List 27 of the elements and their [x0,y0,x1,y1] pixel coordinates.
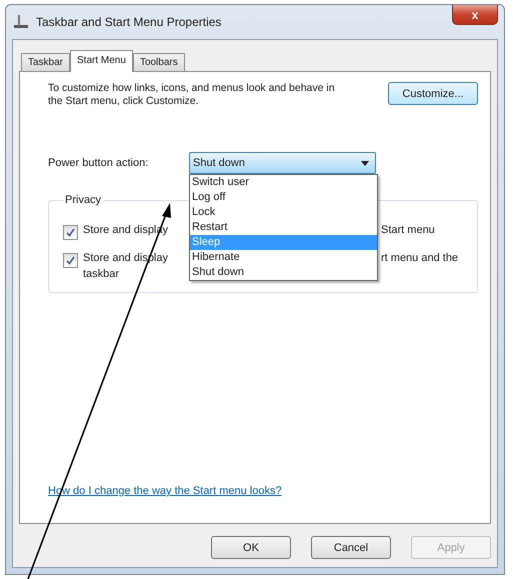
dropdown-option[interactable]: Hibernate [190,250,377,265]
checkmark-icon [66,256,75,265]
tab[interactable]: Taskbar [21,53,70,71]
checkbox-label: Start menu [381,224,436,236]
dropdown-option[interactable]: Restart [190,220,377,235]
dropdown-option[interactable]: Log off [190,190,377,205]
checkbox[interactable] [63,225,78,240]
tab[interactable]: Start Menu [70,50,133,72]
group-legend: Privacy [63,194,104,206]
dialog-button[interactable]: Cancel [311,536,391,559]
power-button-label: Power button action: [48,157,150,169]
dropdown-option[interactable]: Lock [190,205,377,220]
dialog-button[interactable]: OK [211,536,291,559]
dropdown-option[interactable]: Shut down [190,265,377,280]
tab[interactable]: Toolbars [132,53,185,71]
caret-icon [361,160,369,166]
window-title: Taskbar and Start Menu Properties [36,15,222,29]
checkbox-label: rt menu and the [381,252,460,264]
checkbox[interactable] [63,253,78,268]
customize-button[interactable]: Customize... [388,82,478,105]
checkmark-icon [66,228,75,237]
dropdown-option[interactable]: Switch user [190,175,377,190]
close-button[interactable]: x [452,5,498,25]
power-action-dropdown[interactable]: Shut down [189,152,376,174]
description-text: To customize how links, icons, and menus look and behave in the Start menu, click Customize. [48,82,336,108]
taskbar-icon [12,13,30,31]
checkbox-label: taskbar [83,268,120,280]
